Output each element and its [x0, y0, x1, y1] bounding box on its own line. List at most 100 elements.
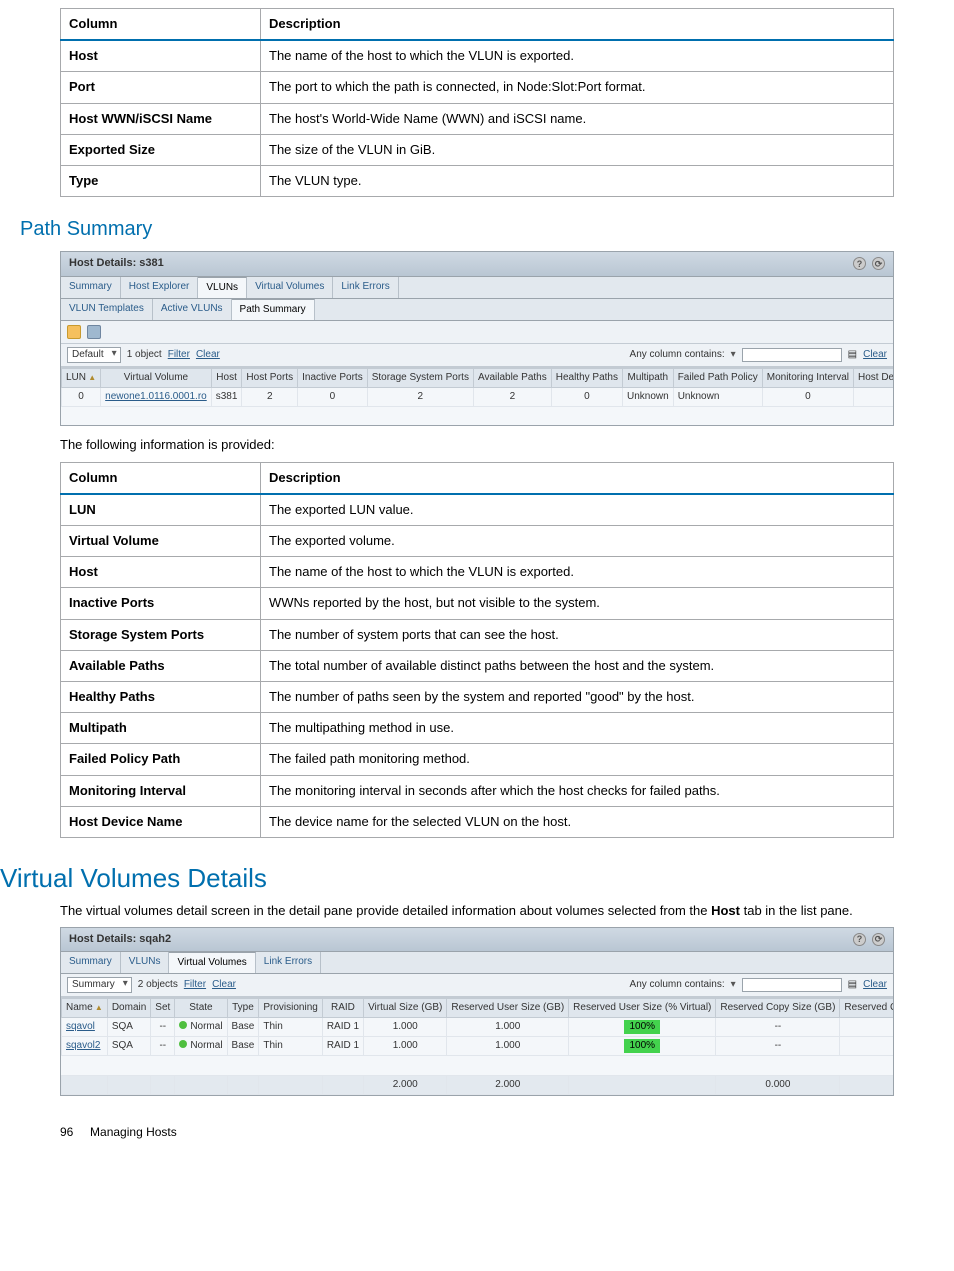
tab-virtual-volumes[interactable]: Virtual Volumes: [247, 277, 333, 298]
description-cell: The size of the VLUN in GiB.: [261, 134, 894, 165]
column-header[interactable]: State: [175, 998, 227, 1017]
cell-virtual-size: 1.000: [364, 1036, 447, 1055]
tab-vluns[interactable]: VLUNs: [121, 952, 170, 973]
table-row[interactable]: sqavolSQA--NormalBaseThinRAID 11.0001.00…: [62, 1017, 894, 1036]
column-header[interactable]: Reserved Copy Size (% Virtual): [840, 998, 893, 1017]
cell-monitoring-interval: 0: [762, 387, 853, 406]
filter-button[interactable]: Filter: [184, 978, 206, 992]
cell-domain: SQA: [107, 1017, 150, 1036]
export-icon[interactable]: ▤: [848, 348, 857, 362]
description-cell: The failed path monitoring method.: [261, 744, 894, 775]
cell-failed-policy: Unknown: [673, 387, 762, 406]
column-header[interactable]: Healthy Paths: [551, 368, 622, 387]
chapter-name: Managing Hosts: [90, 1125, 177, 1139]
column-header[interactable]: RAID: [322, 998, 363, 1017]
column-header[interactable]: Reserved User Size (GB): [447, 998, 569, 1017]
tab-vlun-templates[interactable]: VLUN Templates: [61, 299, 153, 320]
dropdown-caret-icon[interactable]: ▾: [731, 978, 736, 992]
cell-reserved-user-pct: 100%: [569, 1017, 716, 1036]
column-filter-input[interactable]: [742, 348, 842, 362]
filter-row: Default 1 object Filter Clear Any column…: [61, 344, 893, 367]
panel-title: Host Details: sqah2: [69, 932, 171, 947]
column-name-cell: Host Device Name: [61, 806, 261, 837]
column-header[interactable]: Reserved Copy Size (GB): [716, 998, 840, 1017]
clear-right-button[interactable]: Clear: [863, 348, 887, 362]
column-header[interactable]: Failed Path Policy: [673, 368, 762, 387]
column-name-cell: Exported Size: [61, 134, 261, 165]
tab-host-explorer[interactable]: Host Explorer: [121, 277, 199, 298]
column-name-cell: Inactive Ports: [61, 588, 261, 619]
column-header[interactable]: Multipath: [622, 368, 673, 387]
cell-storage-ports: 2: [367, 387, 473, 406]
column-name-cell: Multipath: [61, 713, 261, 744]
export-icon[interactable]: ▤: [848, 978, 857, 992]
description-cell: The total number of available distinct p…: [261, 650, 894, 681]
column-filter-input[interactable]: [742, 978, 842, 992]
column-name-cell: Host WWN/iSCSI Name: [61, 103, 261, 134]
tab-summary[interactable]: Summary: [61, 952, 121, 973]
view-dropdown[interactable]: Summary: [67, 977, 132, 993]
sub-tab-row: VLUN TemplatesActive VLUNsPath Summary: [61, 299, 893, 321]
cell-name[interactable]: sqavol2: [62, 1036, 108, 1055]
toolbar-icon-1[interactable]: [67, 325, 81, 339]
top-tab-row: SummaryHost ExplorerVLUNsVirtual Volumes…: [61, 277, 893, 299]
clear-left-button[interactable]: Clear: [212, 978, 236, 992]
tab-active-vluns[interactable]: Active VLUNs: [153, 299, 232, 320]
cell-type: Base: [227, 1036, 259, 1055]
dropdown-caret-icon[interactable]: ▾: [731, 348, 736, 362]
column-name-cell: Available Paths: [61, 650, 261, 681]
cell-name[interactable]: sqavol: [62, 1017, 108, 1036]
column-header[interactable]: Host Device Name: [854, 368, 894, 387]
column-name-cell: Failed Policy Path: [61, 744, 261, 775]
help-icon[interactable]: ?: [853, 257, 866, 270]
filter-button[interactable]: Filter: [168, 348, 190, 362]
column-header[interactable]: Virtual Size (GB): [364, 998, 447, 1017]
description-cell: The number of system ports that can see …: [261, 619, 894, 650]
cell-domain: SQA: [107, 1036, 150, 1055]
toolbar-icon-2[interactable]: [87, 325, 101, 339]
top-tab-row: SummaryVLUNsVirtual VolumesLink Errors: [61, 952, 893, 974]
cell-raid: RAID 1: [322, 1017, 363, 1036]
column-header[interactable]: LUN: [62, 368, 101, 387]
tab-summary[interactable]: Summary: [61, 277, 121, 298]
column-header[interactable]: Set: [151, 998, 175, 1017]
column-header[interactable]: Available Paths: [473, 368, 551, 387]
column-header[interactable]: Reserved User Size (% Virtual): [569, 998, 716, 1017]
description-cell: WWNs reported by the host, but not visib…: [261, 588, 894, 619]
object-count-label: 2 objects: [138, 978, 178, 992]
view-dropdown[interactable]: Default: [67, 347, 121, 363]
spec2-header-description: Description: [261, 462, 894, 494]
table-row[interactable]: sqavol2SQA--NormalBaseThinRAID 11.0001.0…: [62, 1036, 894, 1055]
table-row[interactable]: 0 newone1.0116.0001.ro s381 2 0 2 2 0 Un…: [62, 387, 894, 406]
tab-vluns[interactable]: VLUNs: [198, 277, 247, 298]
column-header[interactable]: Host Ports: [242, 368, 298, 387]
column-header[interactable]: Storage System Ports: [367, 368, 473, 387]
column-header[interactable]: Provisioning: [259, 998, 322, 1017]
column-header[interactable]: Type: [227, 998, 259, 1017]
clear-right-button[interactable]: Clear: [863, 978, 887, 992]
description-cell: The host's World-Wide Name (WWN) and iSC…: [261, 103, 894, 134]
description-cell: The name of the host to which the VLUN i…: [261, 557, 894, 588]
help-icon[interactable]: ?: [853, 933, 866, 946]
panel-title: Host Details: s381: [69, 256, 164, 271]
virtual-volumes-grid: NameDomainSetStateTypeProvisioningRAIDVi…: [61, 998, 893, 1095]
refresh-icon[interactable]: ⟳: [872, 933, 885, 946]
tab-link-errors[interactable]: Link Errors: [256, 952, 321, 973]
totals-row: 2.000 2.000 0.000: [62, 1075, 894, 1094]
clear-left-button[interactable]: Clear: [196, 348, 220, 362]
total-rcsize: 0.000: [716, 1075, 840, 1094]
tab-link-errors[interactable]: Link Errors: [333, 277, 398, 298]
column-header[interactable]: Name: [62, 998, 108, 1017]
description-cell: The device name for the selected VLUN on…: [261, 806, 894, 837]
tab-virtual-volumes[interactable]: Virtual Volumes: [169, 952, 255, 973]
column-name-cell: Storage System Ports: [61, 619, 261, 650]
column-header[interactable]: Monitoring Interval: [762, 368, 853, 387]
cell-inactive-ports: 0: [298, 387, 368, 406]
column-header[interactable]: Virtual Volume: [101, 368, 212, 387]
cell-virtual-volume[interactable]: newone1.0116.0001.ro: [101, 387, 212, 406]
column-header[interactable]: Host: [211, 368, 242, 387]
refresh-icon[interactable]: ⟳: [872, 257, 885, 270]
column-header[interactable]: Domain: [107, 998, 150, 1017]
column-header[interactable]: Inactive Ports: [298, 368, 368, 387]
tab-path-summary[interactable]: Path Summary: [232, 299, 315, 320]
